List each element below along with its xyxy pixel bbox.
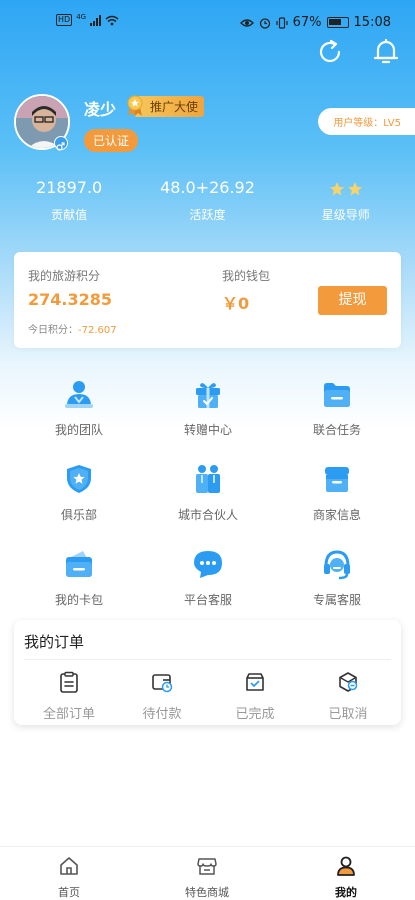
- stat-star-mentor[interactable]: 星级导师: [281, 178, 411, 223]
- eye-icon: [239, 18, 254, 27]
- profile-icon: [337, 856, 355, 876]
- shield-star-icon: [67, 465, 91, 493]
- team-icon: [65, 381, 93, 408]
- shop-icon: [197, 858, 217, 875]
- box-check-icon: [246, 673, 264, 691]
- today-points: 今日积分：-72.607: [28, 321, 117, 336]
- star-icon: [347, 182, 362, 196]
- wallet-card: 我的旅游积分 274.3285 我的钱包 ￥0 今日积分：-72.607 提现: [14, 252, 401, 348]
- stat-contribution[interactable]: 21897.0 贡献值: [4, 178, 134, 223]
- stat-value: 21897.0: [36, 178, 103, 197]
- network-gen: 4G: [76, 13, 87, 21]
- menu-item-label: 专属客服: [312, 593, 361, 607]
- clipboard-icon: [60, 671, 78, 693]
- tab-label: 特色商城: [185, 886, 229, 899]
- ambassador-badge: 推广大使: [126, 95, 205, 117]
- today-points-value: -72.607: [78, 325, 117, 336]
- tab-featured-mall[interactable]: 特色商城: [138, 855, 276, 900]
- today-points-label: 今日积分：: [28, 325, 78, 336]
- menu-item-label: 商家信息: [312, 508, 361, 522]
- signal-icon: [90, 14, 102, 26]
- orders-divider: [24, 659, 391, 660]
- user-level-badge[interactable]: 用户等级：LV5: [318, 108, 415, 135]
- order-tab-label: 全部订单: [42, 707, 95, 722]
- wallet-card-icon: [66, 551, 92, 577]
- menu-item-transfer-center[interactable]: 转赠中心: [143, 378, 273, 438]
- star-rating: [281, 178, 411, 200]
- username: 凌少: [84, 100, 117, 119]
- menu-item-my-team[interactable]: 我的团队: [14, 378, 144, 438]
- menu-item-label: 俱乐部: [60, 508, 97, 522]
- withdraw-button[interactable]: 提现: [318, 286, 387, 315]
- menu-item-label: 联合任务: [312, 423, 361, 437]
- menu-item-label: 我的团队: [54, 423, 103, 437]
- medal-icon: [127, 95, 143, 116]
- stat-label: 星级导师: [321, 208, 370, 222]
- menu-item-label: 城市合伙人: [177, 508, 238, 522]
- menu-item-city-partner[interactable]: 城市合伙人: [143, 463, 273, 523]
- tab-label: 我的: [335, 886, 357, 899]
- order-tab-completed[interactable]: 已完成: [207, 671, 303, 722]
- stat-value: 48.0+26.92: [160, 178, 255, 197]
- order-tab-label: 待付款: [142, 707, 182, 722]
- stat-label: 贡献值: [51, 208, 88, 222]
- menu-item-joint-task[interactable]: 联合任务: [272, 378, 402, 438]
- chat-icon: [194, 551, 222, 578]
- hd-indicator: HD: [56, 14, 73, 26]
- wallet-value[interactable]: ￥0: [222, 290, 249, 314]
- partners-icon: [196, 465, 220, 493]
- order-tab-label: 已取消: [328, 707, 368, 722]
- alarm-icon: [259, 17, 270, 29]
- vibrate-icon: [276, 16, 288, 29]
- stats-row: 21897.0 贡献值 48.0+26.92 活跃度 星级导师: [0, 178, 415, 223]
- menu-item-merchant-info[interactable]: 商家信息: [272, 463, 402, 523]
- menu-item-platform-service[interactable]: 平台客服: [143, 548, 273, 608]
- folder-icon: [324, 383, 350, 407]
- order-tab-label: 已完成: [235, 707, 275, 722]
- menu-item-label: 平台客服: [183, 593, 232, 607]
- battery-percent: 67%: [292, 15, 322, 30]
- menu-item-card-wallet[interactable]: 我的卡包: [14, 548, 144, 608]
- battery-icon: [326, 17, 349, 28]
- clock-time: 15:08: [353, 15, 391, 30]
- points-value[interactable]: 274.3285: [28, 290, 112, 309]
- gift-icon: [196, 383, 220, 408]
- status-bar: HD 4G 67% 15:08: [0, 0, 415, 44]
- wifi-icon: [105, 15, 119, 25]
- box-cancel-icon: [339, 672, 358, 692]
- wallet-title: 我的钱包: [222, 269, 271, 283]
- stat-label: 活跃度: [189, 208, 226, 222]
- ambassador-label: 推广大使: [134, 95, 205, 117]
- tab-home[interactable]: 首页: [0, 855, 138, 900]
- orders-card: 我的订单 全部订单 待付款 已完成 已取消: [14, 620, 401, 725]
- menu-item-club[interactable]: 俱乐部: [14, 463, 144, 523]
- wallet-clock-icon: [152, 674, 173, 693]
- bottom-tab-bar: 首页 特色商城 我的: [0, 846, 415, 900]
- verified-badge: 已认证: [84, 129, 139, 152]
- menu-item-label: 转赠中心: [183, 423, 232, 437]
- menu-item-exclusive-service[interactable]: 专属客服: [272, 548, 402, 608]
- order-tab-cancelled[interactable]: 已取消: [300, 671, 396, 722]
- tab-mine[interactable]: 我的: [277, 855, 415, 900]
- male-gender-icon: [54, 136, 68, 151]
- star-icon: [329, 182, 344, 196]
- stat-activity[interactable]: 48.0+26.92 活跃度: [142, 178, 272, 223]
- tab-label: 首页: [58, 886, 80, 899]
- points-title: 我的旅游积分: [28, 269, 101, 283]
- order-tab-pending-payment[interactable]: 待付款: [114, 671, 210, 722]
- order-tab-all[interactable]: 全部订单: [21, 671, 117, 722]
- store-icon: [325, 467, 349, 492]
- orders-title: 我的订单: [24, 633, 85, 651]
- bell-icon[interactable]: [370, 36, 402, 68]
- headset-icon: [324, 550, 350, 580]
- refresh-icon[interactable]: [314, 36, 346, 68]
- home-icon: [60, 857, 78, 875]
- menu-item-label: 我的卡包: [54, 593, 103, 607]
